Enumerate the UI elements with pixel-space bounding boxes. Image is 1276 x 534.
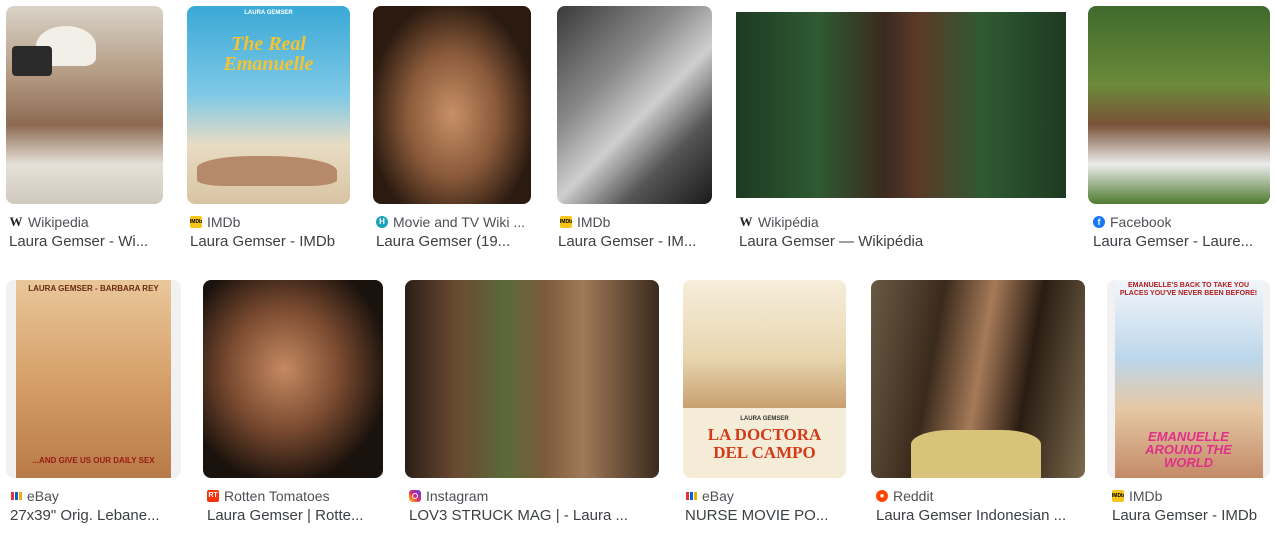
ebay-icon-bar (689, 492, 693, 500)
poster-caption-top: LAURA GEMSER (740, 416, 789, 422)
result-source: Wikipedia (28, 214, 89, 230)
result-thumbnail[interactable] (871, 280, 1085, 478)
ebay-icon (685, 490, 697, 502)
result-thumbnail[interactable] (373, 6, 531, 204)
result-thumbnail[interactable] (6, 6, 163, 204)
ebay-icon (10, 490, 22, 502)
rotten-tomatoes-icon: RT (207, 490, 219, 502)
result-title[interactable]: Laura Gemser Indonesian ... (876, 506, 1081, 526)
result-title[interactable]: Laura Gemser - Laure... (1093, 232, 1265, 252)
ebay-icon-bar (18, 492, 22, 500)
result-card[interactable]: f Facebook Laura Gemser - Laure... (1088, 6, 1270, 256)
result-thumbnail[interactable] (736, 12, 1066, 198)
result-card[interactable]: W Wikipedia Laura Gemser - Wi... (6, 6, 164, 256)
result-source: Movie and TV Wiki ... (393, 214, 526, 230)
result-thumbnail[interactable] (1088, 6, 1270, 204)
result-card[interactable]: W Wikipédia Laura Gemser — Wikipédia (736, 6, 1066, 256)
result-card[interactable]: LAURA GEMSER LA DOCTORA DEL CAMPO eBay N… (683, 280, 846, 530)
poster-caption-bottom: ...AND GIVE US OUR DAILY SEX (32, 456, 155, 465)
ebay-icon-bar (693, 492, 697, 500)
result-title[interactable]: NURSE MOVIE PO... (685, 506, 843, 526)
imdb-icon: IMDb (1112, 490, 1124, 502)
poster-caption-top: EMANUELLE'S BACK TO TAKE YOU PLACES YOU'… (1119, 282, 1258, 297)
result-title[interactable]: Laura Gemser — Wikipédia (739, 232, 1059, 252)
poster-caption-top: LAURA GEMSER - BARBARA REY (28, 284, 159, 293)
result-title[interactable]: Laura Gemser | Rotte... (207, 506, 379, 526)
result-card[interactable]: LAURA GEMSER The Real Emanuelle IMDb IMD… (187, 6, 350, 256)
instagram-icon-lens (412, 493, 418, 499)
result-title[interactable]: Laura Gemser - IMDb (1112, 506, 1270, 526)
result-source: IMDb (207, 214, 241, 230)
result-card[interactable]: H Movie and TV Wiki ... Laura Gemser (19… (373, 6, 531, 256)
result-source: Reddit (893, 488, 934, 504)
result-source: Instagram (426, 488, 489, 504)
result-thumbnail[interactable] (203, 280, 383, 478)
result-title[interactable]: Laura Gemser - IM... (558, 232, 710, 252)
result-thumbnail[interactable] (557, 6, 712, 204)
result-source: eBay (27, 488, 59, 504)
result-card[interactable]: Instagram LOV3 STRUCK MAG | - Laura ... (405, 280, 659, 530)
result-title[interactable]: LOV3 STRUCK MAG | - Laura ... (409, 506, 649, 526)
result-source: Rotten Tomatoes (224, 488, 330, 504)
result-title[interactable]: Laura Gemser - IMDb (190, 232, 350, 252)
result-title[interactable]: Laura Gemser (19... (376, 232, 531, 252)
result-title[interactable]: 27x39" Orig. Lebane... (10, 506, 176, 526)
ebay-icon-bar (10, 492, 14, 500)
poster-title: The Real Emanuelle (223, 33, 314, 75)
ebay-icon-bar (685, 492, 689, 500)
imdb-icon: IMDb (190, 216, 202, 228)
facebook-icon: f (1093, 216, 1105, 228)
wikipedia-icon: W (9, 214, 23, 229)
poster-title: EMANUELLE AROUND THE WORLD (1145, 429, 1232, 470)
reddit-icon: ● (876, 490, 888, 502)
result-card[interactable]: ● Reddit Laura Gemser Indonesian ... (871, 280, 1085, 530)
result-source: Facebook (1110, 214, 1172, 230)
result-card[interactable]: RT Rotten Tomatoes Laura Gemser | Rotte.… (203, 280, 383, 530)
result-source: IMDb (577, 214, 611, 230)
result-thumbnail[interactable]: LAURA GEMSER LA DOCTORA DEL CAMPO (683, 280, 846, 478)
result-card[interactable]: EMANUELLE'S BACK TO TAKE YOU PLACES YOU'… (1107, 280, 1270, 530)
poster-caption-top: LAURA GEMSER (244, 10, 293, 16)
result-thumbnail[interactable]: LAURA GEMSER - BARBARA REY ...AND GIVE U… (6, 280, 181, 478)
result-source: Wikipédia (758, 214, 819, 230)
result-card[interactable]: IMDb IMDb Laura Gemser - IM... (557, 6, 712, 256)
result-thumbnail[interactable]: EMANUELLE'S BACK TO TAKE YOU PLACES YOU'… (1107, 280, 1270, 478)
instagram-icon (409, 490, 421, 502)
result-thumbnail[interactable] (405, 280, 659, 478)
result-title[interactable]: Laura Gemser - Wi... (9, 232, 164, 252)
result-card[interactable]: LAURA GEMSER - BARBARA REY ...AND GIVE U… (6, 280, 181, 530)
imdb-icon: IMDb (560, 216, 572, 228)
wikipedia-icon: W (739, 214, 753, 229)
result-source: IMDb (1129, 488, 1163, 504)
movie-tv-wiki-icon: H (376, 216, 388, 228)
ebay-icon-bar (14, 492, 18, 500)
result-source: eBay (702, 488, 734, 504)
result-thumbnail[interactable]: LAURA GEMSER The Real Emanuelle (187, 6, 350, 204)
poster-title: LA DOCTORA DEL CAMPO (707, 425, 822, 462)
